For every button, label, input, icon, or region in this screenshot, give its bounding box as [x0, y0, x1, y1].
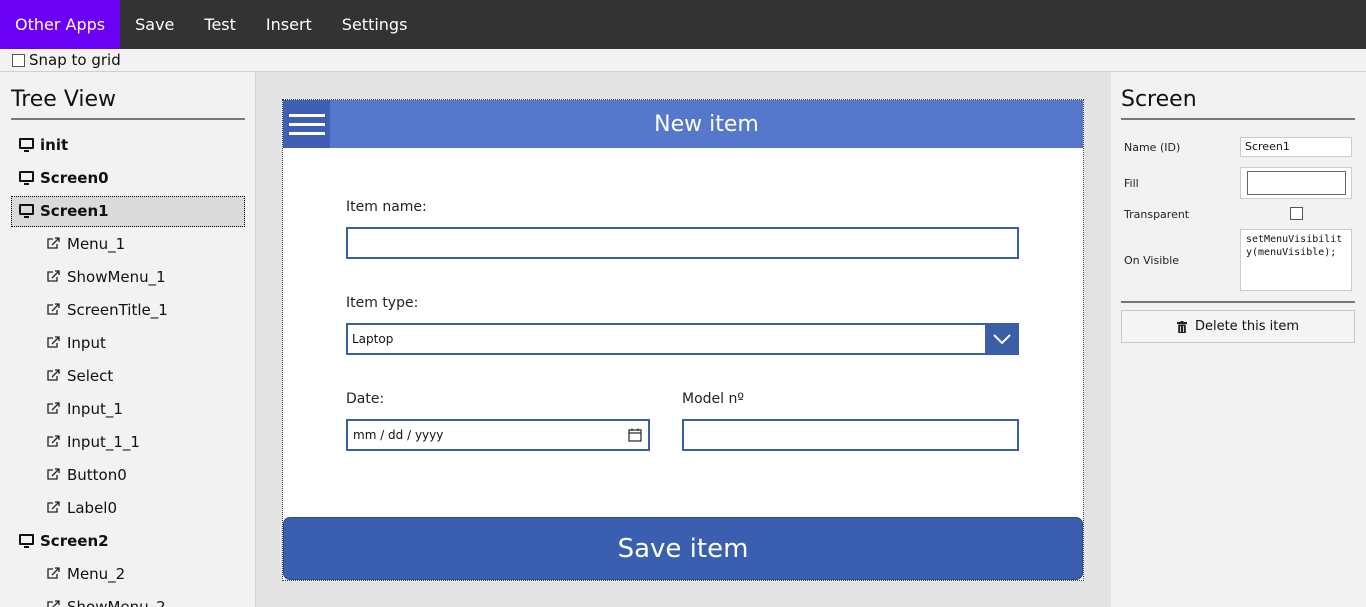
- tree-item-label: Button0: [67, 466, 127, 484]
- trash-icon: [1176, 320, 1187, 333]
- tree-item-input-1[interactable]: Input_1: [0, 393, 255, 426]
- tree-item-label0[interactable]: Label0: [0, 492, 255, 525]
- tree-item-label: Input_1: [67, 400, 123, 418]
- hamburger-menu-icon[interactable]: [283, 100, 330, 148]
- date-placeholder: mm / dd / yyyy: [353, 428, 444, 442]
- date-label: Date:: [346, 391, 385, 407]
- external-link-icon: [47, 467, 60, 480]
- tree-item-screen0[interactable]: Screen0: [0, 162, 255, 195]
- menu-settings[interactable]: Settings: [327, 0, 423, 49]
- tree-item-label: Input: [67, 334, 106, 352]
- tree-item-label: Screen2: [40, 532, 109, 550]
- tree-item-label: Screen1: [40, 202, 109, 220]
- fill-label: Fill: [1124, 177, 1139, 190]
- tree-item-select[interactable]: Select: [0, 360, 255, 393]
- tree-view-panel: Tree View init Screen0 Screen1 Menu_1 ShowMe…: [0, 72, 256, 607]
- item-type-select[interactable]: Laptop: [346, 323, 1019, 355]
- menu-other-apps[interactable]: Other Apps: [0, 0, 121, 49]
- tree-item-init[interactable]: init: [0, 129, 255, 162]
- item-type-label: Item type:: [346, 295, 419, 311]
- model-label: Model nº: [682, 391, 744, 407]
- tree-item-label: Menu_2: [67, 565, 126, 583]
- external-link-icon: [47, 302, 60, 315]
- external-link-icon: [47, 335, 60, 348]
- tree-item-label: init: [40, 136, 69, 154]
- screen-title: New item: [654, 112, 759, 137]
- external-link-icon: [47, 566, 60, 579]
- properties-title: Screen: [1121, 87, 1355, 120]
- external-link-icon: [47, 368, 60, 381]
- tree-item-button0[interactable]: Button0: [0, 459, 255, 492]
- tree-item-label: ShowMenu_2: [67, 598, 166, 607]
- monitor-icon: [19, 534, 34, 548]
- on-visible-label: On Visible: [1124, 254, 1180, 267]
- top-menu-bar: Other Apps Save Test Insert Settings: [0, 0, 1366, 49]
- tree-item-menu-2[interactable]: Menu_2: [0, 558, 255, 591]
- tree-item-screen2[interactable]: Screen2: [0, 525, 255, 558]
- save-item-button[interactable]: Save item: [283, 517, 1083, 580]
- tree-view-title: Tree View: [11, 87, 245, 120]
- transparent-label: Transparent: [1124, 208, 1190, 221]
- tree-item-screen1[interactable]: Screen1: [0, 195, 255, 228]
- tree-item-label: Input_1_1: [67, 433, 140, 451]
- design-canvas: New item Item name: Item type: Laptop Da…: [256, 72, 1111, 607]
- tree-item-label: Label0: [67, 499, 118, 517]
- external-link-icon: [47, 500, 60, 513]
- menu-insert[interactable]: Insert: [251, 0, 327, 49]
- tree-item-label: Menu_1: [67, 235, 126, 253]
- transparent-checkbox[interactable]: [1290, 207, 1303, 220]
- properties-panel: Screen Name (ID) Screen1 Fill Transparen…: [1111, 72, 1366, 607]
- tree-item-menu-1[interactable]: Menu_1: [0, 228, 255, 261]
- external-link-icon: [47, 434, 60, 447]
- item-name-input[interactable]: [346, 227, 1019, 259]
- external-link-icon: [47, 599, 60, 607]
- chevron-down-icon[interactable]: [985, 323, 1019, 355]
- monitor-icon: [19, 138, 34, 152]
- tree-list: init Screen0 Screen1 Menu_1 ShowMenu_1 Screen…: [0, 129, 255, 607]
- monitor-icon: [19, 204, 34, 218]
- calendar-icon[interactable]: [628, 428, 642, 442]
- external-link-icon: [47, 269, 60, 282]
- monitor-icon: [19, 171, 34, 185]
- tree-item-input[interactable]: Input: [0, 327, 255, 360]
- fill-field: [1240, 167, 1352, 199]
- tree-item-label: Screen0: [40, 169, 109, 187]
- menu-test[interactable]: Test: [189, 0, 251, 49]
- date-input[interactable]: mm / dd / yyyy: [346, 419, 650, 451]
- app-header: New item: [283, 100, 1083, 148]
- snap-to-grid-checkbox[interactable]: [12, 53, 25, 67]
- tree-item-label: Select: [67, 367, 114, 385]
- delete-item-label: Delete this item: [1194, 319, 1300, 334]
- divider: [1121, 301, 1355, 303]
- snap-to-grid-row: Snap to grid: [0, 49, 1366, 72]
- item-name-label: Item name:: [346, 199, 427, 215]
- tree-item-label: ShowMenu_1: [67, 268, 166, 286]
- tree-item-showmenu-1[interactable]: ShowMenu_1: [0, 261, 255, 294]
- tree-item-showmenu-2[interactable]: ShowMenu_2: [0, 591, 255, 607]
- name-id-input[interactable]: Screen1: [1240, 137, 1352, 157]
- item-type-value: Laptop: [352, 332, 394, 346]
- snap-to-grid-label: Snap to grid: [29, 51, 121, 69]
- external-link-icon: [47, 401, 60, 414]
- menu-save[interactable]: Save: [120, 0, 189, 49]
- external-link-icon: [47, 236, 60, 249]
- delete-item-button[interactable]: Delete this item: [1121, 310, 1355, 343]
- fill-color-input[interactable]: [1247, 171, 1346, 195]
- name-id-label: Name (ID): [1124, 141, 1181, 154]
- tree-item-label: ScreenTitle_1: [67, 301, 168, 319]
- model-input[interactable]: [682, 419, 1019, 451]
- tree-item-screentitle-1[interactable]: ScreenTitle_1: [0, 294, 255, 327]
- app-screen-preview[interactable]: New item Item name: Item type: Laptop Da…: [282, 99, 1084, 581]
- tree-item-input-1-1[interactable]: Input_1_1: [0, 426, 255, 459]
- on-visible-textarea[interactable]: setMenuVisibility(menuVisible);: [1240, 229, 1352, 291]
